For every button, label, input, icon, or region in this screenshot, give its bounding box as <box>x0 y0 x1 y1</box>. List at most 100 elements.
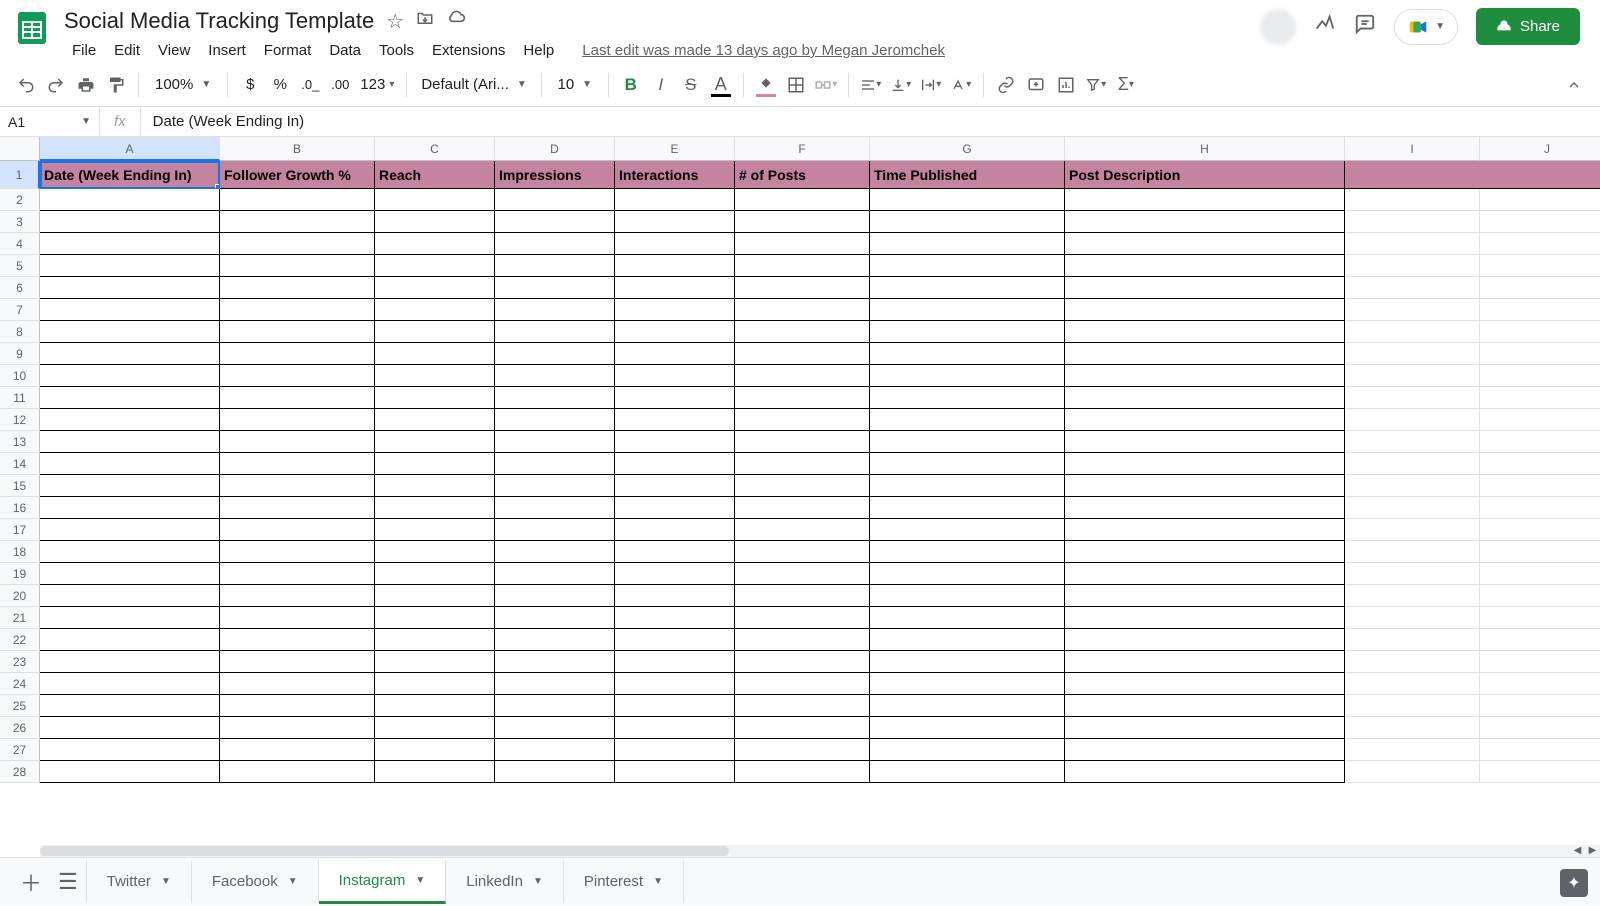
cell[interactable]: # of Posts <box>735 161 870 189</box>
cell[interactable] <box>735 211 870 233</box>
cell[interactable] <box>615 739 735 761</box>
cell[interactable] <box>1345 761 1480 783</box>
row-header[interactable]: 15 <box>0 475 40 497</box>
cell[interactable] <box>40 321 220 343</box>
cell[interactable] <box>615 585 735 607</box>
cell[interactable] <box>870 211 1065 233</box>
cell[interactable] <box>375 387 495 409</box>
cell[interactable] <box>495 761 615 783</box>
cell[interactable] <box>870 629 1065 651</box>
cell[interactable] <box>1480 321 1600 343</box>
row-header[interactable]: 10 <box>0 365 40 387</box>
cell[interactable] <box>40 387 220 409</box>
cell[interactable] <box>1480 585 1600 607</box>
cell[interactable] <box>735 695 870 717</box>
cell[interactable] <box>375 321 495 343</box>
column-header[interactable]: E <box>615 137 735 161</box>
sheet-tab-twitter[interactable]: Twitter▼ <box>86 860 192 903</box>
row-header[interactable]: 26 <box>0 717 40 739</box>
cell[interactable] <box>1480 299 1600 321</box>
strikethrough-button[interactable]: S <box>677 71 705 99</box>
cell[interactable] <box>495 299 615 321</box>
cell[interactable] <box>1065 761 1345 783</box>
cell[interactable] <box>495 233 615 255</box>
formula-input[interactable]: Date (Week Ending In) <box>141 113 1600 130</box>
cell[interactable] <box>220 409 375 431</box>
horizontal-align-button[interactable]: ▾ <box>857 71 885 99</box>
select-all-corner[interactable] <box>0 137 40 161</box>
cell[interactable]: Interactions <box>615 161 735 189</box>
cell[interactable] <box>1065 233 1345 255</box>
cell[interactable] <box>615 233 735 255</box>
cell[interactable]: Date (Week Ending In) <box>40 161 220 189</box>
cell[interactable] <box>40 651 220 673</box>
chevron-down-icon[interactable]: ▼ <box>653 876 663 887</box>
row-header[interactable]: 18 <box>0 541 40 563</box>
cell[interactable] <box>1480 387 1600 409</box>
paint-format-icon[interactable] <box>102 71 130 99</box>
cell[interactable] <box>870 453 1065 475</box>
cell[interactable] <box>1065 695 1345 717</box>
cell[interactable] <box>375 585 495 607</box>
cell[interactable] <box>1480 541 1600 563</box>
cell[interactable] <box>870 255 1065 277</box>
cell[interactable] <box>375 673 495 695</box>
cell[interactable] <box>1345 431 1480 453</box>
row-header[interactable]: 2 <box>0 189 40 211</box>
cell[interactable] <box>735 519 870 541</box>
cell[interactable] <box>1065 299 1345 321</box>
row-header[interactable]: 6 <box>0 277 40 299</box>
cell[interactable] <box>375 541 495 563</box>
cell[interactable] <box>870 563 1065 585</box>
cell[interactable] <box>495 717 615 739</box>
sheet-tab-facebook[interactable]: Facebook▼ <box>192 860 319 903</box>
cell[interactable] <box>1345 365 1480 387</box>
cell[interactable] <box>40 607 220 629</box>
row-header[interactable]: 9 <box>0 343 40 365</box>
cell[interactable] <box>1065 189 1345 211</box>
cell[interactable] <box>1480 453 1600 475</box>
row-header[interactable]: 27 <box>0 739 40 761</box>
column-header[interactable]: F <box>735 137 870 161</box>
cell[interactable] <box>1345 497 1480 519</box>
cell[interactable] <box>495 541 615 563</box>
cell[interactable] <box>735 453 870 475</box>
cell[interactable] <box>1345 211 1480 233</box>
cell[interactable] <box>735 277 870 299</box>
row-header[interactable]: 13 <box>0 431 40 453</box>
cell[interactable] <box>220 585 375 607</box>
cell[interactable] <box>1480 365 1600 387</box>
row-header[interactable]: 1 <box>0 161 40 189</box>
cell[interactable] <box>220 211 375 233</box>
cell[interactable] <box>495 673 615 695</box>
cell[interactable] <box>615 695 735 717</box>
cell[interactable]: Post Description <box>1065 161 1345 189</box>
menu-insert[interactable]: Insert <box>200 38 254 63</box>
cell[interactable]: Impressions <box>495 161 615 189</box>
cell[interactable] <box>870 387 1065 409</box>
row-header[interactable]: 4 <box>0 233 40 255</box>
cell[interactable] <box>40 277 220 299</box>
cell[interactable] <box>375 409 495 431</box>
cell[interactable] <box>870 343 1065 365</box>
cell[interactable] <box>1065 607 1345 629</box>
cell[interactable] <box>735 409 870 431</box>
cell[interactable] <box>495 695 615 717</box>
cell[interactable] <box>220 629 375 651</box>
cell[interactable] <box>375 563 495 585</box>
row-header[interactable]: 24 <box>0 673 40 695</box>
cell[interactable] <box>375 211 495 233</box>
cell[interactable] <box>220 761 375 783</box>
decrease-decimal-icon[interactable]: .0_ <box>296 71 324 99</box>
cell[interactable] <box>1065 673 1345 695</box>
cell[interactable] <box>375 629 495 651</box>
cell[interactable] <box>40 497 220 519</box>
row-header[interactable]: 25 <box>0 695 40 717</box>
cell[interactable] <box>40 695 220 717</box>
cell[interactable] <box>615 717 735 739</box>
row-header[interactable]: 19 <box>0 563 40 585</box>
cell[interactable] <box>40 431 220 453</box>
cell[interactable] <box>1345 161 1480 189</box>
print-icon[interactable] <box>72 71 100 99</box>
cell[interactable] <box>375 277 495 299</box>
